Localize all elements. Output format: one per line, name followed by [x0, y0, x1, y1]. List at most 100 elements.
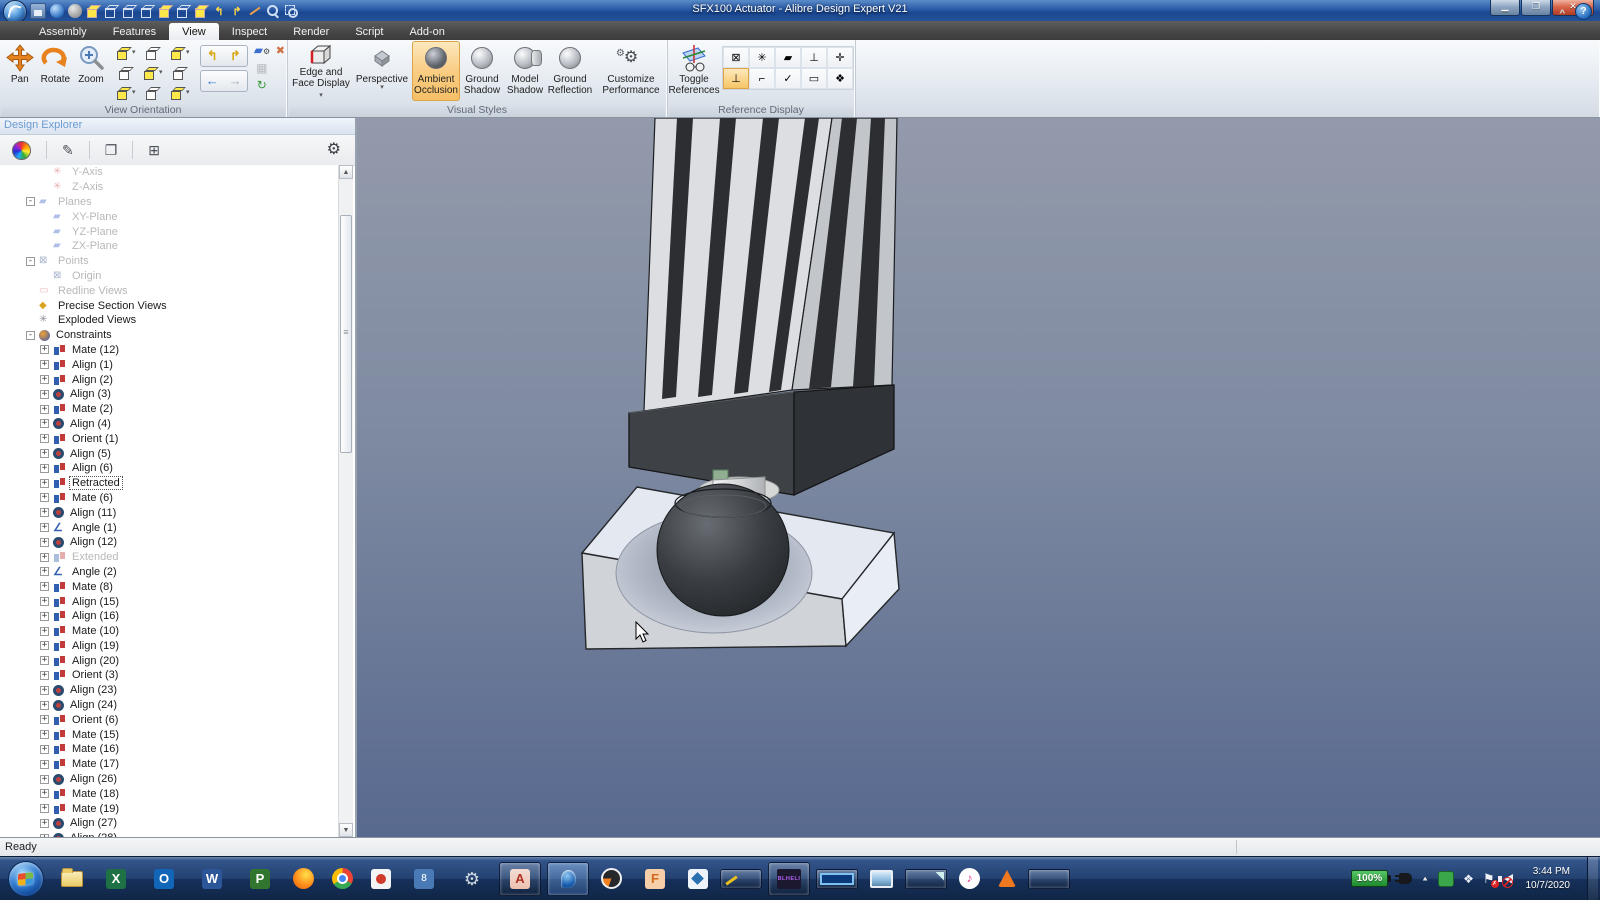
- tree-expander[interactable]: +: [40, 789, 49, 798]
- standard-view-button[interactable]: ▾: [140, 63, 167, 83]
- ribbon-tab[interactable]: Script: [342, 23, 396, 40]
- ground-reflection-button[interactable]: Ground Reflection: [546, 41, 594, 101]
- volume-muted-icon[interactable]: [1504, 874, 1513, 884]
- taskbar-blheli-button[interactable]: BLHELI: [768, 862, 810, 896]
- tree-item[interactable]: + Align (3): [0, 387, 339, 402]
- taskbar-word-button[interactable]: W: [197, 862, 227, 896]
- tree-item[interactable]: + Mate (12): [0, 343, 339, 358]
- tree-expander[interactable]: -: [26, 197, 35, 206]
- standard-view-button[interactable]: ▾: [167, 83, 194, 103]
- collapse-ribbon-icon[interactable]: ʌ: [1559, 8, 1565, 16]
- tray-green-app-icon[interactable]: [1438, 871, 1454, 887]
- tree-expander[interactable]: +: [40, 553, 49, 562]
- taskbar-explorer-button[interactable]: [61, 871, 83, 887]
- ambient-occlusion-button[interactable]: Ambient Occlusion: [412, 41, 460, 101]
- tree-item[interactable]: + Align (20): [0, 653, 339, 668]
- tree-expander[interactable]: +: [40, 686, 49, 695]
- standard-view-button[interactable]: [113, 63, 140, 83]
- tree-item[interactable]: + Align (15): [0, 594, 339, 609]
- taskbar-green-dots-button[interactable]: [1028, 869, 1070, 889]
- tree-expander[interactable]: +: [40, 479, 49, 488]
- tree-item[interactable]: XY-Plane: [0, 209, 339, 224]
- taskbar-settings-button[interactable]: ⚙: [457, 862, 487, 896]
- tree-item[interactable]: + Align (4): [0, 417, 339, 432]
- part-planes-toggle-icon[interactable]: ✓: [775, 68, 801, 89]
- perspective-button[interactable]: Perspective ▾: [352, 41, 412, 101]
- view-iso-icon[interactable]: [194, 4, 208, 18]
- ribbon-tab[interactable]: Add-on: [396, 23, 457, 40]
- tree-expander[interactable]: +: [40, 627, 49, 636]
- tree-item[interactable]: + Mate (2): [0, 402, 339, 417]
- taskbar-photos-button[interactable]: [870, 870, 893, 888]
- assembly-axes-toggle-icon[interactable]: ✳: [749, 47, 775, 68]
- taskbar-firefox-button[interactable]: [293, 868, 314, 889]
- edge-face-display-button[interactable]: Edge and Face Display ▾: [290, 41, 352, 101]
- zoom-window-icon[interactable]: [284, 4, 298, 18]
- tree-item[interactable]: + Orient (3): [0, 668, 339, 683]
- taskbar-autocad-button[interactable]: A: [499, 862, 541, 896]
- tree-expander[interactable]: +: [40, 538, 49, 547]
- maximize-button[interactable]: ❐: [1521, 0, 1551, 16]
- part-csys-toggle-icon[interactable]: ▭: [801, 68, 827, 89]
- tree-expander[interactable]: +: [40, 701, 49, 710]
- tree-expander[interactable]: +: [40, 671, 49, 680]
- orient-to-plane-icon[interactable]: ▰⚙: [254, 44, 270, 58]
- scrollbar-thumb[interactable]: [340, 215, 352, 453]
- tree-expander[interactable]: +: [40, 597, 49, 606]
- taskbar-vlc-button[interactable]: [998, 870, 1016, 887]
- tree-expander[interactable]: +: [40, 567, 49, 576]
- taskbar-media-button[interactable]: [371, 869, 391, 889]
- tree-expander[interactable]: +: [40, 493, 49, 502]
- comment-icon[interactable]: ❐: [105, 142, 118, 158]
- tree-item[interactable]: + Align (5): [0, 446, 339, 461]
- tree-item[interactable]: + Align (1): [0, 357, 339, 372]
- render-gray-icon[interactable]: [68, 4, 82, 18]
- customize-performance-button[interactable]: ⚙ Customize Performance: [600, 41, 662, 101]
- tree-expander[interactable]: +: [40, 464, 49, 473]
- dropbox-tray-icon[interactable]: ❖: [1463, 872, 1474, 886]
- tree-item[interactable]: + Retracted: [0, 476, 339, 491]
- taskbar-calculator-button[interactable]: 8: [409, 862, 439, 896]
- tree-item[interactable]: Y-Axis: [0, 165, 339, 180]
- view-left-icon[interactable]: [122, 4, 136, 18]
- tree-item[interactable]: + Extended: [0, 550, 339, 565]
- ribbon-tab[interactable]: Inspect: [219, 23, 280, 40]
- tree-expander[interactable]: +: [40, 375, 49, 384]
- tree-item[interactable]: + Angle (1): [0, 520, 339, 535]
- tree-expander[interactable]: +: [40, 612, 49, 621]
- tree-item[interactable]: + Align (24): [0, 698, 339, 713]
- tree-item[interactable]: Origin: [0, 269, 339, 284]
- show-desktop-button[interactable]: [1587, 857, 1598, 900]
- help-icon[interactable]: ?: [1575, 3, 1592, 20]
- start-button[interactable]: [8, 861, 44, 897]
- tree-item[interactable]: Z-Axis: [0, 180, 339, 195]
- taskbar-image-viewer-button[interactable]: [905, 869, 947, 889]
- tree-expander[interactable]: +: [40, 715, 49, 724]
- taskbar-dark-circle-app-button[interactable]: [601, 868, 622, 889]
- taskbar-chrome-button[interactable]: [332, 868, 353, 889]
- tree-item[interactable]: + Align (11): [0, 505, 339, 520]
- tree-expander[interactable]: -: [26, 331, 35, 340]
- ribbon-tab[interactable]: Render: [280, 23, 342, 40]
- assembly-points-toggle-icon[interactable]: ⊠: [723, 47, 749, 68]
- tree-item[interactable]: - Constraints: [0, 328, 339, 343]
- rotate-view-ccw-button[interactable]: ↰: [201, 46, 224, 66]
- tree-item[interactable]: ZX-Plane: [0, 239, 339, 254]
- ground-shadow-button[interactable]: Ground Shadow: [460, 41, 504, 101]
- tree-item[interactable]: + Align (23): [0, 683, 339, 698]
- tree-item[interactable]: + Align (12): [0, 535, 339, 550]
- tree-expander[interactable]: +: [40, 449, 49, 458]
- scroll-down-arrow-icon[interactable]: ▼: [339, 823, 353, 837]
- rotate-button[interactable]: Rotate: [38, 41, 74, 101]
- taskbar-windows-app-button[interactable]: [816, 869, 858, 889]
- rotate-right-icon[interactable]: ↱: [230, 4, 244, 18]
- measure-icon[interactable]: [248, 4, 262, 18]
- assembly-planes-toggle-icon[interactable]: ▰: [775, 47, 801, 68]
- tree-expander[interactable]: +: [40, 775, 49, 784]
- view-top-icon[interactable]: [158, 4, 172, 18]
- render-blue-icon[interactable]: [50, 4, 64, 18]
- tree-item[interactable]: + Mate (8): [0, 579, 339, 594]
- tree-item[interactable]: Exploded Views: [0, 313, 339, 328]
- tree-expander[interactable]: +: [40, 819, 49, 828]
- ribbon-tab[interactable]: View: [169, 23, 219, 40]
